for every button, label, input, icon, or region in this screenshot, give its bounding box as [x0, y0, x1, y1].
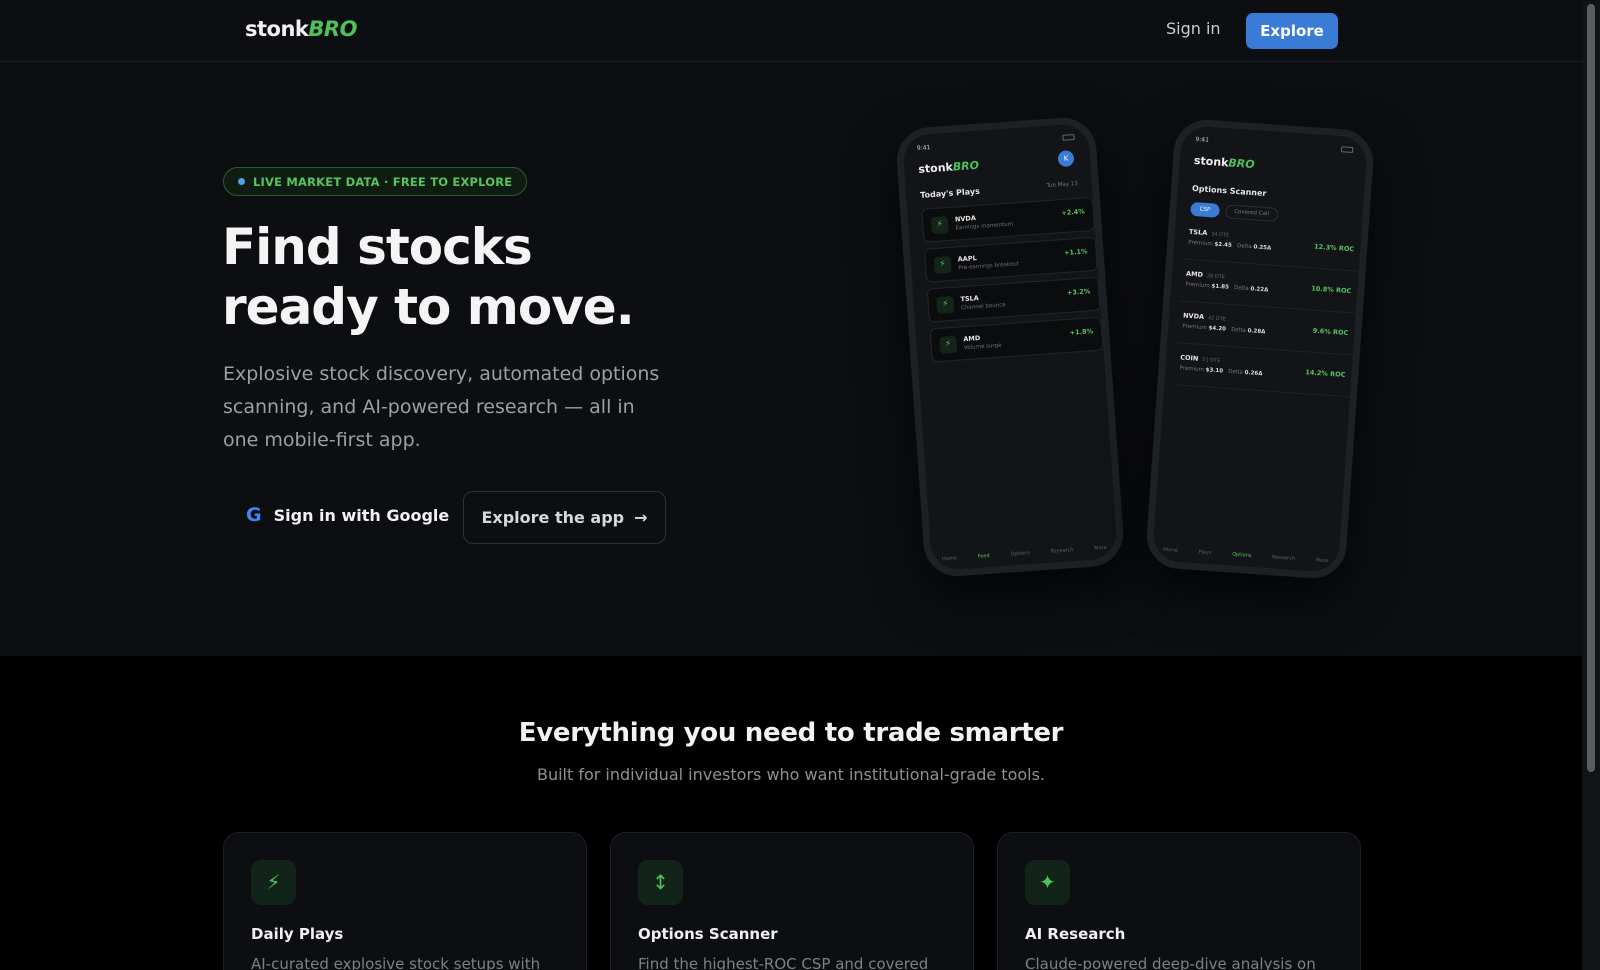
phone-mockup-options: 9:41 stonkBRO Options Scanner CSP Covere… — [1144, 117, 1376, 581]
battery-icon — [1062, 133, 1075, 141]
chip-covered-call: Covered Call — [1224, 204, 1279, 222]
bolt-icon: ⚡ — [930, 216, 949, 235]
sparkles-icon: ✦ — [1025, 860, 1070, 905]
logo[interactable]: stonkBRO — [245, 17, 357, 41]
feature-card-desc: Claude-powered deep-dive analysis on — [1025, 955, 1316, 970]
phone-tabbar: Home Plays Options Research More — [1162, 546, 1329, 565]
phone-logo: stonkBRO — [917, 158, 980, 176]
badge-text: LIVE MARKET DATA · FREE TO EXPLORE — [253, 174, 513, 189]
live-dot-icon — [238, 178, 245, 185]
options-chips: CSP Covered Call — [1190, 201, 1279, 222]
play-card: ⚡ TSLA Channel bounce +3.2% — [926, 276, 1101, 323]
play-card: ⚡ NVDA Earnings momentum +2.4% — [921, 196, 1096, 243]
logo-bro: BRO — [308, 17, 357, 41]
nav-signin-link[interactable]: Sign in — [1166, 19, 1221, 38]
feature-card-ai-research: ✦ AI Research Claude-powered deep-dive a… — [997, 832, 1361, 970]
options-heading: Options Scanner — [1191, 183, 1267, 199]
phone-mockup-plays: 9:41 stonkBRO K Today's Plays Tue May 13… — [894, 115, 1126, 579]
bolt-icon: ⚡ — [939, 335, 958, 354]
option-row: NVDA 42 DTE Premium $4.20 Delta 0.28Δ 9.6… — [1177, 307, 1356, 356]
explore-app-label: Explore the app — [481, 508, 625, 527]
nav-explore-button[interactable]: Explore — [1246, 13, 1338, 49]
hero-subtitle: Explosive stock discovery, automated opt… — [223, 363, 660, 451]
explore-app-button[interactable]: Explore the app → — [463, 491, 666, 544]
bolt-icon: ⚡ — [251, 860, 296, 905]
google-icon: G — [246, 504, 262, 526]
chip-csp: CSP — [1190, 201, 1220, 218]
top-nav: stonkBRO Sign in Explore — [0, 0, 1582, 62]
phone-time: 9:41 — [916, 144, 931, 153]
plays-date: Tue May 13 — [1046, 180, 1078, 190]
arrow-right-icon: → — [634, 508, 648, 527]
live-data-badge: LIVE MARKET DATA · FREE TO EXPLORE — [223, 167, 528, 196]
feature-card-title: Options Scanner — [638, 925, 778, 943]
option-row: AMD 28 DTE Premium $1.85 Delta 0.22Δ 10.8… — [1180, 265, 1359, 314]
google-signin-button[interactable]: G Sign in with Google — [228, 490, 467, 540]
phone-logo: stonkBRO — [1193, 153, 1256, 172]
feature-card-daily-plays: ⚡ Daily Plays AI-curated explosive stock… — [223, 832, 587, 970]
option-row: TSLA 34 DTE Premium $2.45 Delta 0.25Δ 12.… — [1183, 223, 1362, 272]
feature-card-desc: AI-curated explosive stock setups with — [251, 955, 541, 970]
feature-card-title: AI Research — [1025, 925, 1126, 943]
hero-title-line2: ready to move. — [222, 278, 635, 336]
bolt-icon: ⚡ — [936, 295, 955, 314]
feature-card-desc: Find the highest-ROC CSP and covered — [638, 955, 929, 970]
hero-section: LIVE MARKET DATA · FREE TO EXPLORE Find … — [0, 62, 1582, 656]
plays-heading: Today's Plays — [919, 186, 981, 200]
feature-card-title: Daily Plays — [251, 925, 344, 943]
hero-title: Find stocks ready to move. — [222, 217, 782, 337]
bolt-icon: ⚡ — [933, 255, 952, 275]
avatar: K — [1057, 150, 1075, 168]
battery-icon — [1340, 146, 1354, 154]
logo-stonk: stonk — [245, 17, 309, 41]
features-subtitle: Built for individual investors who want … — [536, 765, 1046, 784]
features-title: Everything you need to trade smarter — [518, 718, 1064, 748]
phone-time: 9:41 — [1195, 135, 1210, 144]
play-card: ⚡ AAPL Pre-earnings breakout +1.1% — [923, 236, 1098, 283]
up-down-arrow-icon: ↕ — [638, 860, 683, 905]
hero-title-line1: Find stocks — [222, 218, 533, 276]
scrollbar-thumb[interactable] — [1587, 4, 1595, 772]
play-card: ⚡ AMD Volume surge +1.8% — [929, 316, 1104, 363]
feature-card-options-scanner: ↕ Options Scanner Find the highest-ROC C… — [610, 832, 974, 970]
option-row: COIN 21 DTE Premium $3.10 Delta 0.26Δ 14.… — [1174, 349, 1353, 398]
google-signin-label: Sign in with Google — [273, 505, 450, 525]
phone-tabbar: Home Feed Options Research More — [941, 544, 1107, 563]
